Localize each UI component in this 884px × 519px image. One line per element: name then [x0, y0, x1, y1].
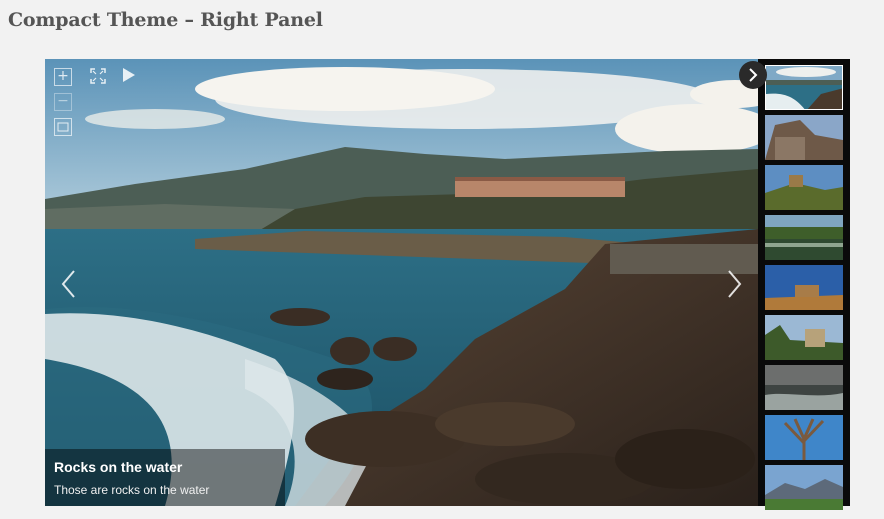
thumbnail-stormy-sea-image	[765, 365, 843, 410]
thumbnail-forest-lake[interactable]	[765, 215, 843, 260]
zoom-in-button[interactable]: +	[54, 68, 72, 86]
thumbnail-coast[interactable]	[765, 65, 843, 110]
thumbnail-mountains[interactable]	[765, 465, 843, 510]
fullscreen-button[interactable]	[89, 67, 107, 85]
fit-screen-button[interactable]	[54, 118, 72, 136]
thumbnail-coast-image	[766, 66, 842, 109]
page-title: Compact Theme – Right Panel	[8, 9, 323, 31]
thumbnail-castle-hill-image	[765, 165, 843, 210]
caption-title: Rocks on the water	[54, 459, 183, 475]
fit-screen-icon	[57, 122, 69, 132]
caption-description: Those are rocks on the water	[54, 483, 210, 497]
chevron-right-icon	[728, 270, 742, 298]
thumbnail-fortress-image	[765, 265, 843, 310]
thumbnail-chateau-image	[765, 315, 843, 360]
play-button[interactable]	[121, 66, 137, 84]
previous-slide-button[interactable]	[59, 269, 79, 299]
slide-image[interactable]: + − Rocks on the water Those are rocks o…	[45, 59, 758, 506]
fullscreen-icon	[90, 68, 106, 84]
slide-caption: Rocks on the water Those are rocks on th…	[45, 449, 285, 506]
next-slide-button[interactable]	[724, 269, 744, 299]
thumbnail-bare-tree[interactable]	[765, 415, 843, 460]
thumbnail-ruins-image	[765, 115, 843, 160]
thumbnail-mountains-image	[765, 465, 843, 510]
play-icon	[123, 68, 135, 82]
thumbnail-stormy-sea[interactable]	[765, 365, 843, 410]
coastline-photo	[45, 59, 758, 506]
thumbnail-forest-lake-image	[765, 215, 843, 260]
zoom-out-button[interactable]: −	[54, 93, 72, 111]
gallery: + − Rocks on the water Those are rocks o…	[45, 59, 850, 510]
thumbnail-panel	[758, 59, 850, 510]
panel-toggle-chevron-icon	[749, 68, 758, 82]
thumbnail-ruins[interactable]	[765, 115, 843, 160]
thumbnail-bare-tree-image	[765, 415, 843, 460]
thumbnail-chateau[interactable]	[765, 315, 843, 360]
panel-toggle-button[interactable]	[739, 61, 767, 89]
thumbnail-castle-hill[interactable]	[765, 165, 843, 210]
thumbnail-fortress[interactable]	[765, 265, 843, 310]
chevron-left-icon	[61, 270, 75, 298]
